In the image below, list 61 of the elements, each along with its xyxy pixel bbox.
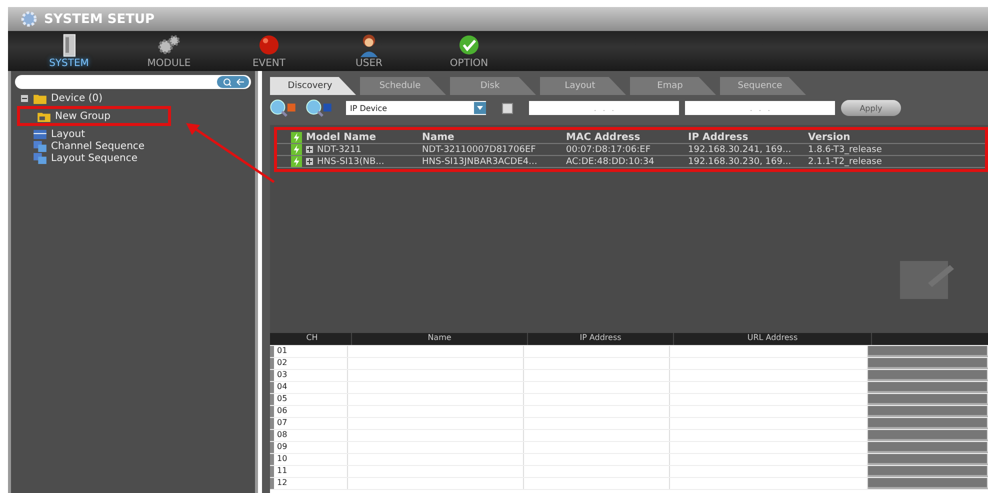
tree-item[interactable]: Layout	[51, 128, 85, 140]
table-cell: 06	[270, 406, 348, 417]
module-tab[interactable]: USER	[338, 31, 400, 71]
table-cell-text: 2.1.1-T2_release	[808, 156, 883, 166]
table-cell: 09	[270, 442, 348, 453]
expand-toggle[interactable]	[21, 94, 28, 102]
search-icon[interactable]	[304, 98, 334, 118]
expand-toggle[interactable]	[306, 146, 313, 153]
device-type-dropdown[interactable]: IP Device	[346, 101, 486, 115]
column-header: IP Address	[528, 333, 674, 345]
tree-item[interactable]: Layout Sequence	[51, 152, 138, 164]
table-cell: 12	[270, 478, 348, 489]
apply-button[interactable]: Apply	[841, 100, 901, 116]
sequence-icon	[33, 140, 47, 152]
gear-icon	[20, 10, 38, 28]
table-cell: 08	[270, 430, 348, 441]
tree-item[interactable]: New Group	[55, 110, 110, 122]
tree-item[interactable]: Device (0)	[51, 92, 103, 104]
tree-item[interactable]: Channel Sequence	[51, 140, 145, 152]
column-header[interactable]: Model Name	[306, 132, 418, 142]
table-cell-text: HNS-SI13JNBAR3ACDE4...	[422, 156, 538, 166]
layout-icon	[33, 128, 47, 140]
table-cell-text: 192.168.30.241, 169...	[688, 144, 792, 154]
expand-toggle[interactable]	[306, 158, 313, 165]
table-cell-text: 00:07:D8:17:06:EF	[566, 144, 652, 154]
lightning-icon	[291, 132, 302, 142]
table-cell: 03	[270, 370, 348, 381]
table-cell: 10	[270, 454, 348, 465]
column-header[interactable]: Version	[808, 132, 918, 142]
table-cell-text: HNS-SI13(NB...	[317, 156, 386, 166]
column-header: URL Address	[674, 333, 872, 345]
search-icon[interactable]	[217, 76, 249, 88]
module-tab[interactable]: SYSTEM	[38, 31, 100, 71]
module-tab[interactable]: EVENT	[238, 31, 300, 71]
table-cell: 07	[270, 418, 348, 429]
column-header: CH	[270, 333, 352, 345]
table-cell-text: 1.8.6-T3_release	[808, 144, 883, 154]
module-tab[interactable]: MODULE	[138, 31, 200, 71]
sequence-icon	[33, 152, 47, 164]
table-cell: 05	[270, 394, 348, 405]
folder-icon	[33, 92, 47, 104]
table-cell: 04	[270, 382, 348, 393]
folder-icon	[37, 110, 51, 122]
tab[interactable]: Discovery	[270, 77, 356, 95]
column-header[interactable]: IP Address	[688, 132, 804, 142]
search-field[interactable]	[15, 75, 251, 89]
caret-icon	[474, 102, 486, 114]
search-icon[interactable]	[268, 98, 298, 118]
table-cell: 11	[270, 466, 348, 477]
column-header[interactable]: MAC Address	[566, 132, 684, 142]
table-cell-text: NDT-3211	[317, 144, 362, 154]
column-header: Name	[352, 333, 528, 345]
checkbox[interactable]	[502, 102, 513, 114]
table-cell-text: 192.168.30.230, 169...	[688, 156, 792, 166]
table-cell-text: NDT-32110007D81706EF	[422, 144, 537, 154]
table-cell-text: AC:DE:48:DD:10:34	[566, 156, 656, 166]
column-header[interactable]: Name	[422, 132, 562, 142]
table-cell: 01	[270, 346, 348, 357]
module-tab[interactable]: OPTION	[438, 31, 500, 71]
window-title: SYSTEM SETUP	[44, 12, 155, 26]
table-cell: 02	[270, 358, 348, 369]
